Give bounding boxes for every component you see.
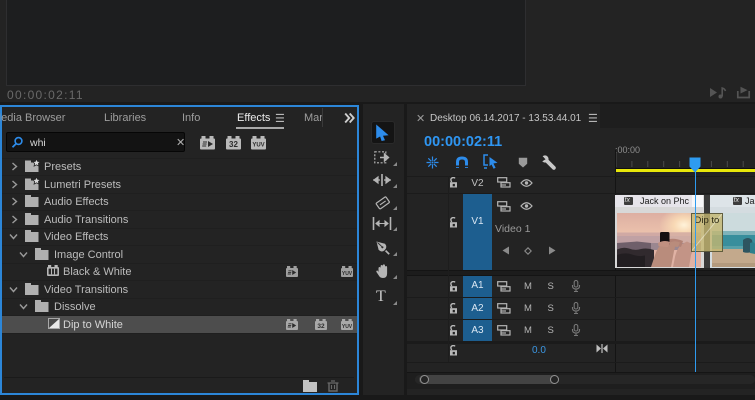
svg-text:YUV: YUV [342, 324, 353, 330]
svg-text:32: 32 [317, 323, 325, 330]
svg-text:YUV: YUV [342, 271, 353, 277]
svg-text:32: 32 [229, 140, 238, 149]
svg-text:YUV: YUV [252, 143, 264, 149]
